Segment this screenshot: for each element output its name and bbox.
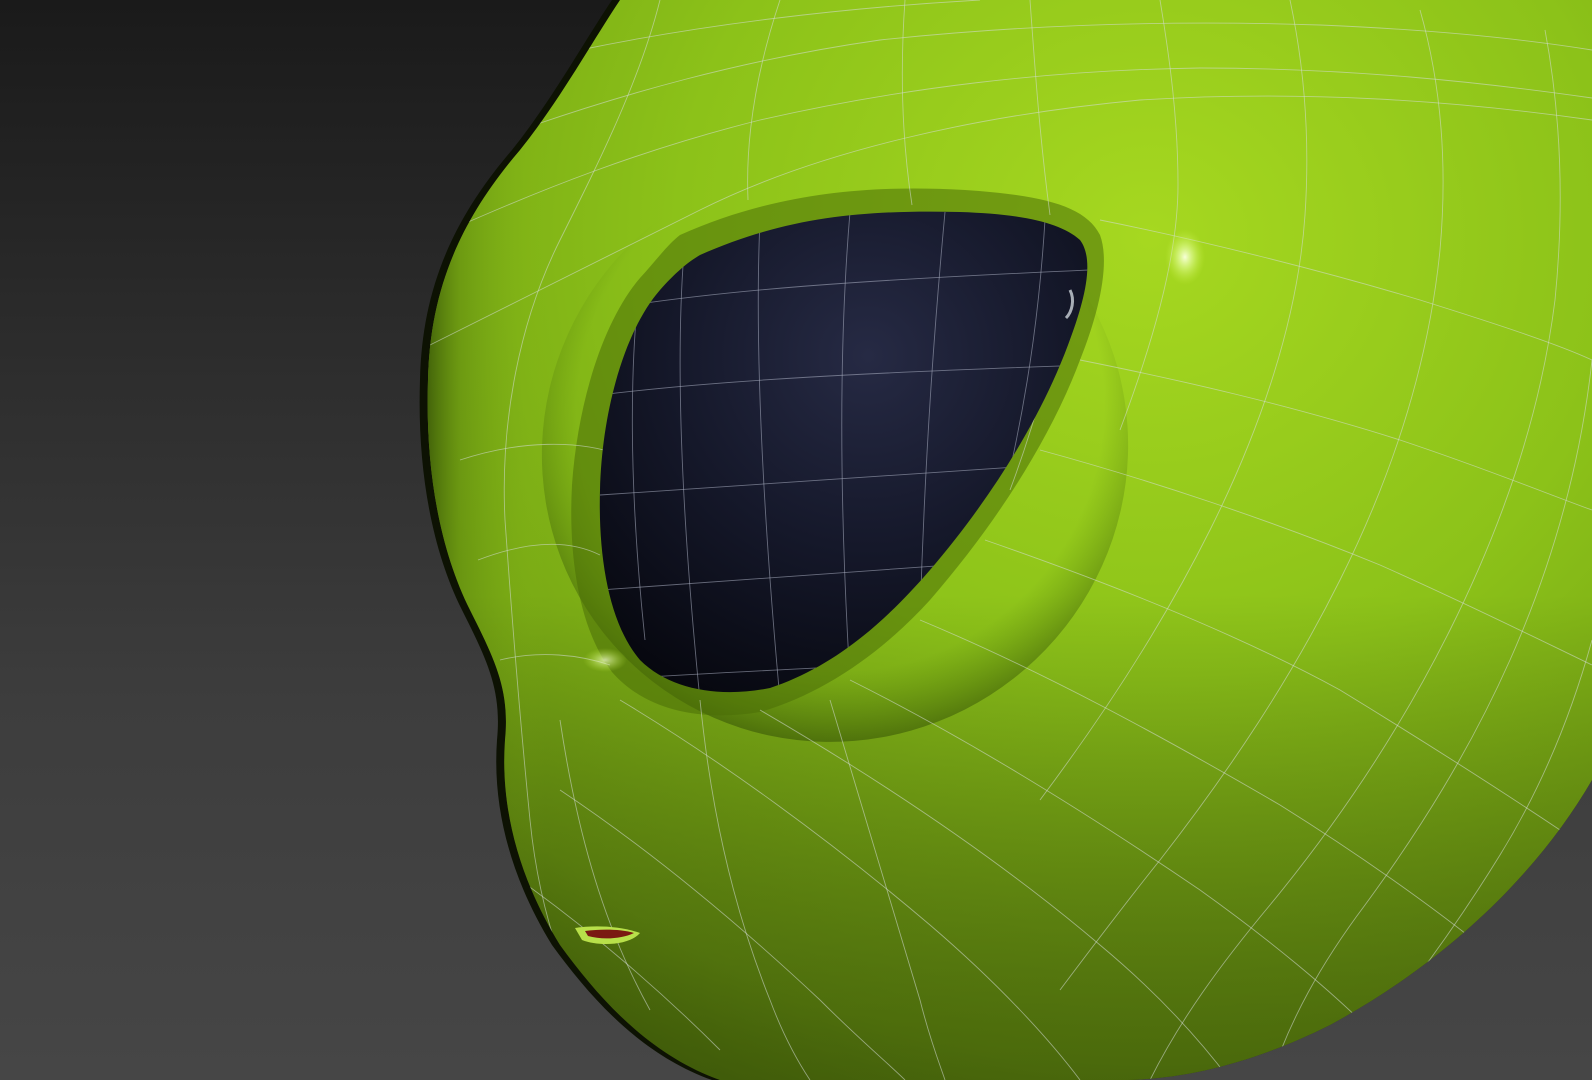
scene-canvas[interactable]: [0, 0, 1592, 1080]
socket-highlight: [583, 648, 627, 672]
specular-highlight: [1165, 229, 1205, 285]
alien-head[interactable]: [419, 0, 1592, 1080]
3d-viewport[interactable]: [0, 0, 1592, 1080]
